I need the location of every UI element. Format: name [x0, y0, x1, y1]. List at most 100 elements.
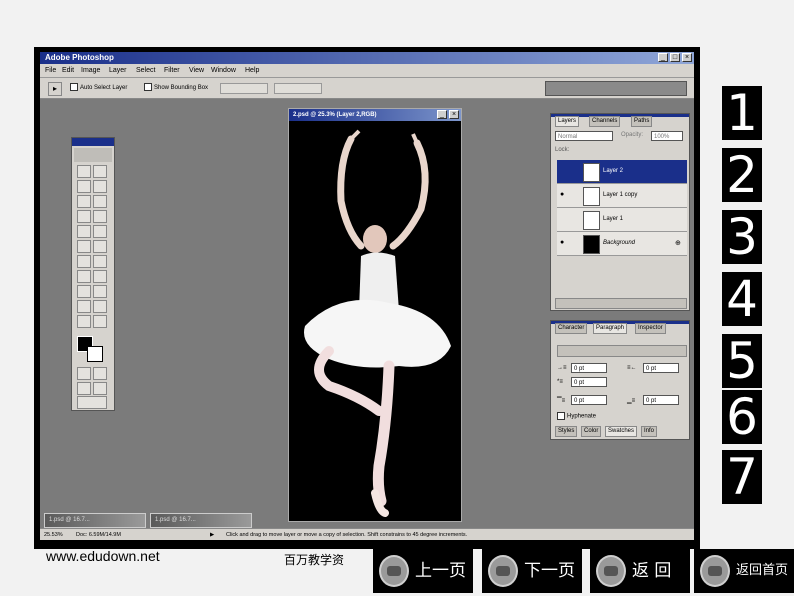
eye-icon[interactable]: ● [560, 239, 568, 246]
menu-help[interactable]: Help [245, 64, 259, 77]
jump-to-imageready-icon[interactable] [77, 396, 107, 409]
gradient-tool-icon[interactable] [93, 240, 107, 253]
blur-tool-icon[interactable] [77, 255, 91, 268]
space-after-field[interactable]: 0 pt [643, 395, 679, 405]
status-arrow-icon[interactable]: ▶ [210, 529, 214, 540]
doc-close-button[interactable]: × [449, 110, 459, 119]
slide-number-link[interactable]: 4 [722, 272, 762, 326]
brush-tool-icon[interactable] [93, 210, 107, 223]
notes-tool-icon[interactable] [77, 300, 91, 313]
magic-wand-tool-icon[interactable] [93, 180, 107, 193]
align-buttons[interactable] [220, 83, 268, 94]
minimized-window-title: 1.psd @ 16.7... [155, 517, 196, 523]
menu-file[interactable]: File [45, 64, 56, 77]
right-indent-field[interactable]: 0 pt [643, 363, 679, 373]
eraser-tool-icon[interactable] [77, 240, 91, 253]
next-page-button[interactable]: 下一页 [482, 549, 582, 593]
minimized-window[interactable]: 1.psd @ 16.7... [150, 513, 252, 528]
minimize-button[interactable]: _ [658, 53, 668, 62]
computer-icon [596, 555, 626, 587]
tab-paths[interactable]: Paths [631, 116, 653, 127]
lasso-tool-icon[interactable] [77, 180, 91, 193]
zoom-tool-icon[interactable] [93, 315, 107, 328]
healing-brush-tool-icon[interactable] [77, 210, 91, 223]
first-line-field[interactable]: 0 pt [571, 377, 607, 387]
type-tool-icon[interactable] [93, 270, 107, 283]
prev-page-button[interactable]: 上一页 [373, 549, 473, 593]
blend-mode-select[interactable]: Normal [555, 131, 613, 141]
adobe-logo-icon [74, 148, 112, 162]
auto-select-label: Auto Select Layer [80, 85, 128, 91]
slide-number-link[interactable]: 1 [722, 86, 762, 140]
tab-styles[interactable]: Styles [555, 426, 578, 437]
clone-stamp-tool-icon[interactable] [77, 225, 91, 238]
opacity-field[interactable]: 100% [651, 131, 683, 141]
first-line-icon: *≡ [557, 379, 563, 385]
standard-mode-icon[interactable] [77, 367, 91, 380]
layers-panel: Layers Channels Paths Normal Opacity: 10… [550, 113, 690, 311]
auto-select-checkbox[interactable]: Auto Select Layer [70, 78, 127, 98]
space-before-field[interactable]: 0 pt [571, 395, 607, 405]
hyphenate-checkbox[interactable]: Hyphenate [557, 412, 596, 420]
layer-row[interactable]: ● Layer 1 copy [557, 184, 687, 208]
layer-row[interactable]: Layer 1 [557, 208, 687, 232]
menu-edit[interactable]: Edit [62, 64, 74, 77]
hand-tool-icon[interactable] [77, 315, 91, 328]
pen-tool-icon[interactable] [77, 285, 91, 298]
tab-character[interactable]: Character [555, 323, 588, 334]
dodge-tool-icon[interactable] [93, 255, 107, 268]
marquee-tool-icon[interactable] [77, 165, 91, 178]
layer-row[interactable]: Layer 2 [557, 160, 687, 184]
maximize-button[interactable]: □ [670, 53, 680, 62]
tab-color[interactable]: Color [581, 426, 602, 437]
shape-tool-icon[interactable] [93, 285, 107, 298]
menu-window[interactable]: Window [211, 64, 236, 77]
eyedropper-tool-icon[interactable] [93, 300, 107, 313]
crop-tool-icon[interactable] [77, 195, 91, 208]
computer-icon [700, 555, 730, 587]
history-brush-tool-icon[interactable] [93, 225, 107, 238]
menu-layer[interactable]: Layer [109, 64, 127, 77]
tab-swatches[interactable]: Swatches [605, 426, 638, 437]
tab-paragraph[interactable]: Paragraph [593, 323, 628, 334]
path-selection-tool-icon[interactable] [77, 270, 91, 283]
close-button[interactable]: × [682, 53, 692, 62]
distribute-buttons[interactable] [274, 83, 322, 94]
tab-layers[interactable]: Layers [555, 116, 580, 127]
layers-panel-buttons[interactable] [555, 298, 687, 309]
move-tool-icon[interactable] [93, 165, 107, 178]
layer-thumbnail [583, 163, 600, 182]
slide-number-link[interactable]: 3 [722, 210, 762, 264]
slide-number-link[interactable]: 6 [722, 390, 762, 444]
eye-icon[interactable]: ● [560, 191, 568, 198]
status-bar: 25.53% Doc: 6.59M/14.9M ▶ Click and drag… [40, 528, 694, 540]
space-before-icon: ▔≡ [557, 398, 566, 404]
layer-row[interactable]: ● Background ⊕ [557, 232, 687, 256]
full-screen-icon[interactable] [93, 382, 107, 395]
slide-number-link[interactable]: 5 [722, 334, 762, 388]
menu-view[interactable]: View [189, 64, 204, 77]
minimized-window[interactable]: 1.psd @ 16.7... [44, 513, 146, 528]
doc-minimize-button[interactable]: _ [437, 110, 447, 119]
tab-inspector[interactable]: Inspector [635, 323, 666, 334]
show-bounding-checkbox[interactable]: Show Bounding Box [144, 78, 208, 98]
back-button[interactable]: 返 回 [590, 549, 690, 593]
zoom-readout[interactable]: 25.53% [44, 529, 63, 540]
slide-number-link[interactable]: 7 [722, 450, 762, 504]
left-indent-field[interactable]: 0 pt [571, 363, 607, 373]
quick-mask-icon[interactable] [93, 367, 107, 380]
toolbox-header [72, 138, 114, 146]
alignment-buttons[interactable] [557, 345, 687, 357]
slice-tool-icon[interactable] [93, 195, 107, 208]
screen-mode-icon[interactable] [77, 382, 91, 395]
menu-filter[interactable]: Filter [164, 64, 180, 77]
menu-image[interactable]: Image [81, 64, 100, 77]
menu-select[interactable]: Select [136, 64, 155, 77]
tab-info[interactable]: Info [641, 426, 658, 437]
home-button[interactable]: 返回首页 [694, 549, 794, 593]
ballerina-image [289, 121, 461, 521]
slide-number-link[interactable]: 2 [722, 148, 762, 202]
move-tool-icon[interactable]: ▸ [48, 82, 62, 96]
tab-channels[interactable]: Channels [589, 116, 621, 127]
background-color-swatch[interactable] [87, 346, 103, 362]
